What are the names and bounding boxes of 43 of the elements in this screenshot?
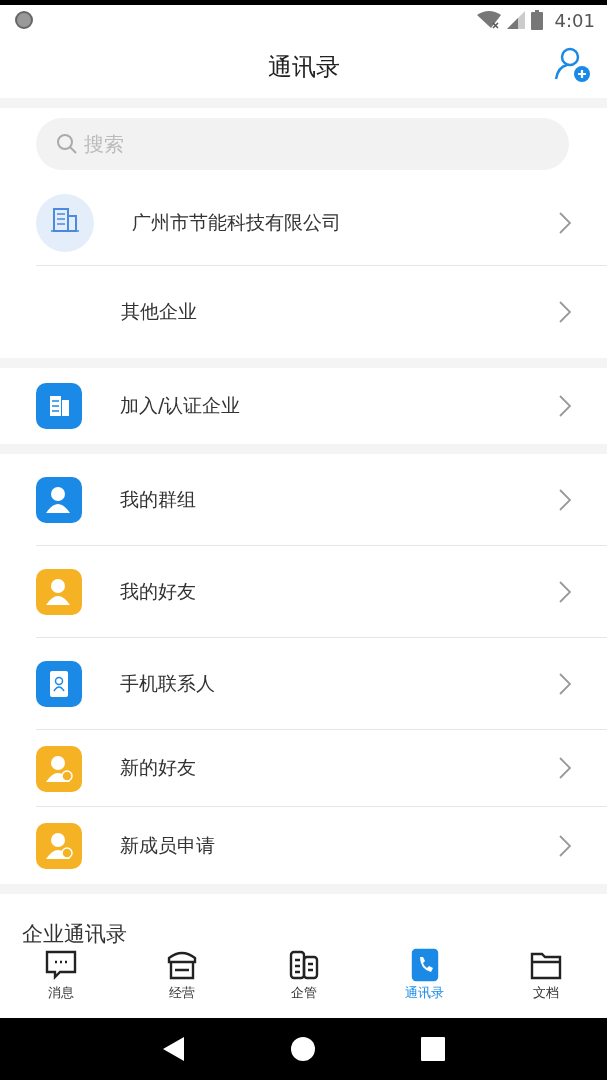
contact-row[interactable]: 手机联系人 bbox=[0, 638, 607, 730]
nav-tab[interactable]: 经营 bbox=[121, 948, 243, 1018]
home-icon[interactable] bbox=[290, 1036, 317, 1062]
chevron-icon bbox=[559, 395, 571, 417]
section-title: 企业通讯录 bbox=[21, 921, 127, 948]
add-contact-icon[interactable] bbox=[553, 45, 591, 83]
chevron-icon bbox=[559, 580, 571, 603]
row-label: 我的好友 bbox=[120, 578, 196, 604]
page-title: 通讯录 bbox=[267, 51, 340, 83]
chevron-icon bbox=[559, 211, 571, 234]
nav-tab[interactable]: 消息 bbox=[0, 948, 122, 1018]
nav-tab[interactable]: 通讯录 bbox=[364, 948, 486, 1018]
row-label: 新的好友 bbox=[120, 755, 196, 780]
company-row[interactable]: 广州市节能科技有限公司 bbox=[0, 180, 607, 266]
join-company-row[interactable]: 加入/认证企业 bbox=[0, 368, 607, 444]
nav-tab[interactable]: 文档 bbox=[485, 948, 607, 1018]
signal-icon bbox=[506, 11, 525, 29]
battery-icon bbox=[530, 10, 543, 30]
row-label: 新成员申请 bbox=[120, 832, 215, 858]
chevron-icon bbox=[559, 834, 571, 857]
status-time: 4:01 bbox=[554, 9, 595, 31]
contact-row[interactable]: 新的好友 bbox=[0, 730, 607, 807]
row-label: 其他企业 bbox=[121, 299, 197, 324]
search-icon bbox=[56, 133, 78, 155]
row-label: 广州市节能科技有限公司 bbox=[132, 209, 341, 235]
row-label: 手机联系人 bbox=[120, 670, 215, 696]
contact-row[interactable]: 我的好友 bbox=[0, 546, 607, 638]
row-label: 加入/认证企业 bbox=[120, 393, 241, 418]
chevron-icon bbox=[559, 757, 571, 779]
contact-row[interactable]: 我的群组 bbox=[0, 454, 607, 546]
nav-tab[interactable]: 企管 bbox=[242, 948, 365, 1018]
chevron-icon bbox=[559, 672, 571, 695]
back-icon[interactable] bbox=[162, 1036, 187, 1062]
chevron-icon bbox=[559, 301, 571, 323]
contact-row[interactable]: 新成员申请 bbox=[0, 807, 607, 884]
building-icon bbox=[36, 194, 94, 252]
chat-icon bbox=[43, 948, 78, 982]
notification-dot-icon bbox=[14, 10, 34, 30]
wifi-off-icon bbox=[476, 11, 501, 29]
row-label: 我的群组 bbox=[120, 486, 196, 512]
chevron-icon bbox=[559, 488, 571, 511]
company-row[interactable]: 其他企业 bbox=[0, 266, 607, 358]
recents-icon[interactable] bbox=[420, 1037, 445, 1061]
